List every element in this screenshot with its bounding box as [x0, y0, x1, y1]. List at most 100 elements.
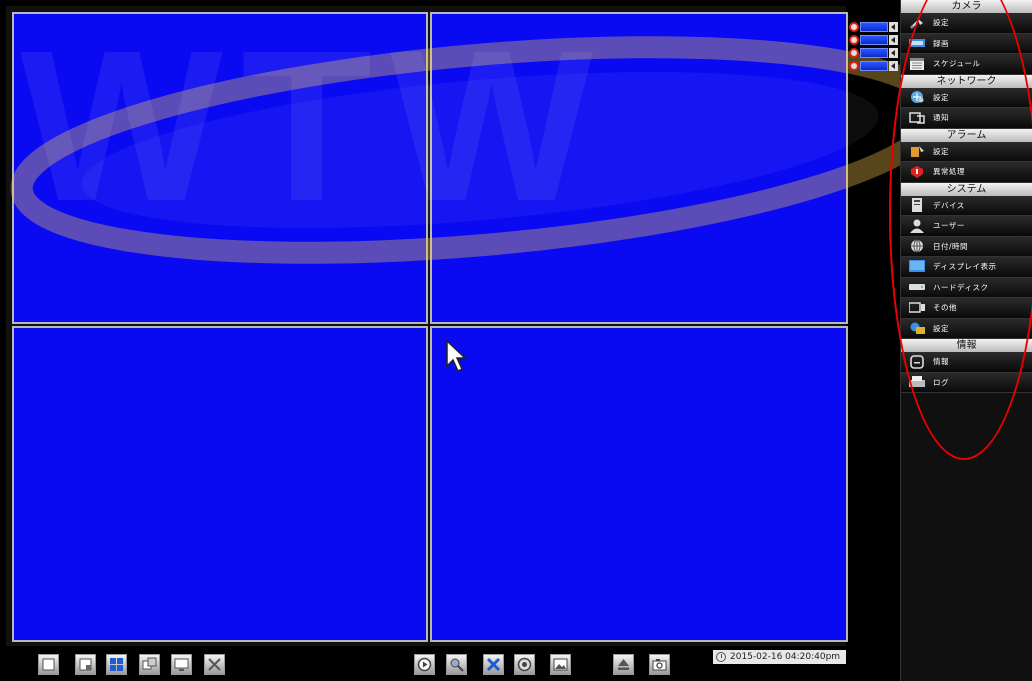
- log-icon: [909, 376, 925, 388]
- channel-status-row: [849, 33, 901, 46]
- calendar-icon: [910, 57, 924, 70]
- menu-item-device[interactable]: デバイス: [901, 195, 1032, 216]
- channel-2-view[interactable]: [430, 12, 848, 324]
- datetime-display: 2015-02-16 04:20:40pm: [713, 650, 847, 664]
- layout-pip-button[interactable]: [75, 654, 96, 675]
- datetime-text: 2015-02-16 04:20:40pm: [730, 652, 841, 662]
- section-header-network: ネットワーク: [901, 74, 1032, 88]
- menu-item-display[interactable]: ディスプレイ表示: [901, 257, 1032, 278]
- channel-status-row: [849, 59, 901, 72]
- audio-icon: [889, 34, 898, 45]
- menu-item-label: ハードディスク: [933, 282, 989, 292]
- channel-1-view[interactable]: [12, 12, 428, 324]
- eject-button[interactable]: [613, 654, 634, 675]
- exception-icon: [911, 165, 923, 178]
- menu-item-label: 設定: [933, 18, 949, 28]
- audio-icon: [889, 47, 898, 58]
- menu-item-label: ユーザー: [933, 221, 965, 231]
- camera-settings-icon: [910, 17, 923, 29]
- device-icon: [912, 198, 922, 213]
- layout-quad-button[interactable]: [106, 654, 127, 675]
- section-header-system: システム: [901, 182, 1032, 196]
- eject-icon: [618, 659, 629, 670]
- settings-menu-panel: カメラ 設定 録画 スケジュール ネットワーク 設定 通知 アラーム 設定 異常…: [900, 0, 1032, 681]
- channel-status-row: [849, 20, 901, 33]
- signal-bar: [860, 60, 888, 71]
- record-dot-icon: [849, 21, 859, 32]
- menu-item-notification[interactable]: 通知: [901, 108, 1032, 129]
- menu-item-label: ディスプレイ表示: [933, 262, 997, 272]
- screen-button[interactable]: [171, 654, 192, 675]
- image-button[interactable]: [550, 654, 571, 675]
- menu-item-hard-disk[interactable]: ハードディスク: [901, 277, 1032, 298]
- mouse-cursor-icon: [446, 340, 467, 373]
- alarm-settings-icon: [911, 146, 924, 158]
- display-icon: [909, 259, 925, 272]
- audio-icon: [889, 21, 898, 32]
- ptz-button[interactable]: [514, 654, 535, 675]
- info-icon: [910, 354, 924, 369]
- sequence-icon: [142, 657, 157, 670]
- signal-bar: [860, 34, 888, 45]
- camera-icon: [652, 659, 667, 671]
- search-button[interactable]: [446, 654, 467, 675]
- menu-item-label: 情報: [933, 357, 949, 367]
- single-view-icon: [42, 658, 55, 671]
- notification-icon: [909, 112, 925, 124]
- record-dot-icon: [849, 60, 859, 71]
- hard-disk-icon: [909, 284, 925, 291]
- system-settings-icon: [910, 322, 925, 335]
- menu-item-info[interactable]: 情報: [901, 352, 1032, 373]
- settings-button[interactable]: [483, 654, 504, 675]
- sequence-button[interactable]: [139, 654, 160, 675]
- section-header-alarm: アラーム: [901, 128, 1032, 142]
- menu-item-network-settings[interactable]: 設定: [901, 87, 1032, 108]
- user-icon: [910, 219, 924, 233]
- section-header-info: 情報: [901, 339, 1032, 352]
- snapshot-button[interactable]: [649, 654, 670, 675]
- playback-button[interactable]: [414, 654, 435, 675]
- network-settings-icon: [911, 91, 924, 104]
- fullscreen-icon: [208, 658, 221, 671]
- search-icon: [450, 658, 464, 672]
- menu-item-camera-settings[interactable]: 設定: [901, 13, 1032, 34]
- menu-item-user[interactable]: ユーザー: [901, 216, 1032, 237]
- menu-item-label: その他: [933, 303, 957, 313]
- menu-item-record[interactable]: 録画: [901, 33, 1032, 54]
- channel-4-view[interactable]: [430, 326, 848, 642]
- clock-icon: [716, 652, 726, 662]
- channel-3-view[interactable]: [12, 326, 428, 642]
- layout-1-button[interactable]: [38, 654, 59, 675]
- channel-status-row: [849, 46, 901, 59]
- signal-bar: [860, 47, 888, 58]
- monitor-icon: [174, 658, 189, 671]
- menu-item-date-time[interactable]: 日付/時間: [901, 236, 1032, 257]
- signal-bar: [860, 21, 888, 32]
- menu-item-label: デバイス: [933, 200, 965, 210]
- menu-item-exception[interactable]: 異常処理: [901, 162, 1032, 183]
- menu-item-other[interactable]: その他: [901, 298, 1032, 319]
- globe-clock-icon: [911, 239, 923, 253]
- playback-icon: [417, 657, 432, 672]
- menu-item-label: 異常処理: [933, 167, 965, 177]
- record-icon: [909, 39, 925, 48]
- section-header-camera: カメラ: [901, 0, 1032, 13]
- menu-item-system-settings[interactable]: 設定: [901, 318, 1032, 339]
- video-grid: [6, 6, 848, 646]
- tools-icon: [486, 657, 501, 672]
- menu-item-log[interactable]: ログ: [901, 372, 1032, 393]
- pip-view-icon: [79, 658, 92, 671]
- ptz-icon: [517, 657, 532, 672]
- menu-item-schedule[interactable]: スケジュール: [901, 54, 1032, 75]
- record-dot-icon: [849, 47, 859, 58]
- quad-view-icon: [110, 658, 123, 671]
- menu-item-label: 設定: [933, 323, 949, 333]
- audio-icon: [889, 60, 898, 71]
- bottom-toolbar: 2015-02-16 04:20:40pm: [0, 646, 900, 681]
- menu-item-alarm-settings[interactable]: 設定: [901, 141, 1032, 162]
- menu-item-label: 設定: [933, 92, 949, 102]
- fullscreen-button[interactable]: [204, 654, 225, 675]
- menu-item-label: ログ: [933, 377, 949, 387]
- image-icon: [553, 658, 568, 671]
- menu-item-label: 日付/時間: [933, 241, 969, 251]
